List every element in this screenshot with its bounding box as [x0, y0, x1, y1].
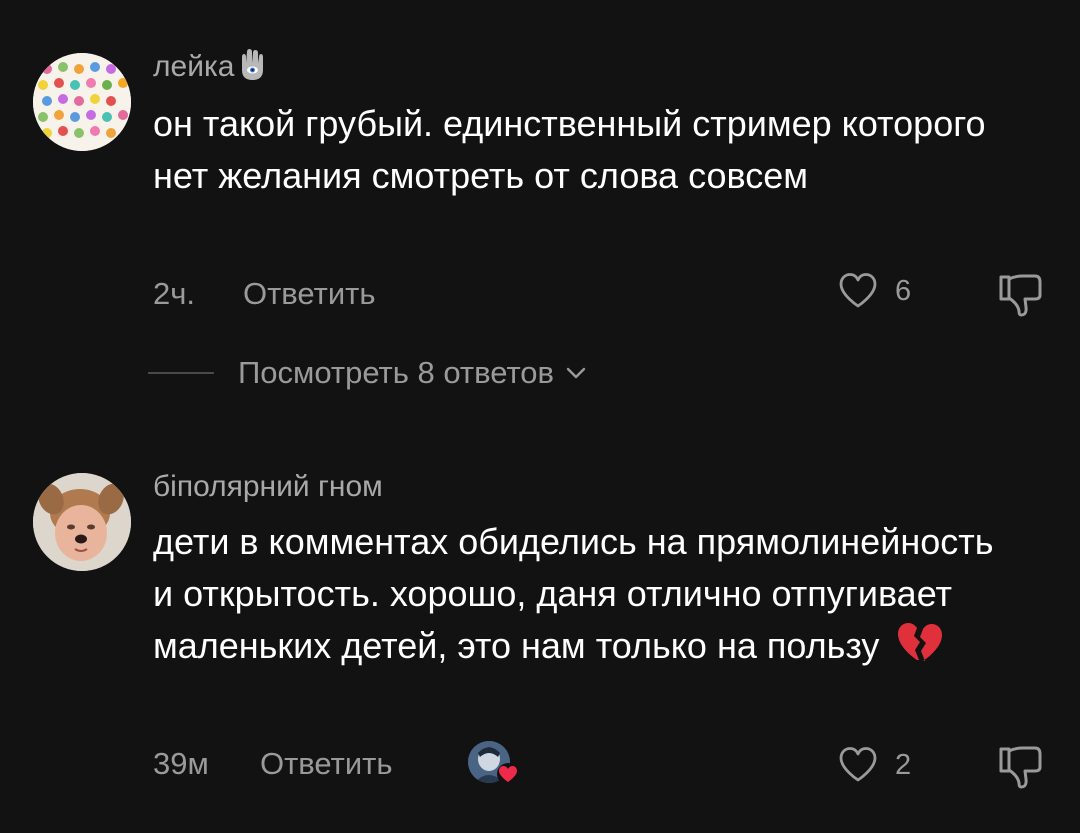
comment-text-1: он такой грубый. единственный стример ко… [153, 103, 986, 196]
avatar-2[interactable] [33, 473, 131, 571]
heart-icon [839, 273, 877, 308]
dislike-button[interactable] [997, 271, 1045, 324]
username-2[interactable]: біполярний гном [153, 469, 383, 505]
thumbs-down-icon [999, 274, 1042, 317]
username-text: лейка [153, 50, 235, 83]
broken-heart-icon [898, 623, 943, 661]
avatar-photo [33, 473, 131, 571]
heart-badge-icon [497, 763, 519, 785]
username-1[interactable]: лейка [153, 48, 266, 85]
like-count: 6 [895, 274, 912, 307]
heart-icon [839, 747, 877, 782]
comment-meta-1: 2ч. Ответить [153, 276, 376, 312]
like-count: 2 [895, 748, 912, 781]
broken-heart-emoji [895, 620, 943, 678]
hamsa-icon [242, 49, 264, 80]
reply-button[interactable]: Ответить [243, 276, 376, 312]
chevron-down-icon [566, 367, 586, 379]
comment-meta-2: 39м Ответить [153, 746, 393, 782]
timestamp: 2ч. [153, 276, 196, 311]
like-button[interactable]: 2 [838, 746, 911, 784]
reply-button[interactable]: Ответить [260, 746, 393, 782]
timestamp: 39м [153, 746, 209, 781]
comment-text-2: дети в комментах обиделись на прямолиней… [153, 516, 1003, 678]
view-replies-label: Посмотреть 8 ответов [238, 355, 555, 390]
replies-divider [148, 372, 214, 374]
like-button[interactable]: 6 [838, 272, 911, 310]
avatar-1[interactable] [33, 53, 131, 151]
comment-text-2-body: дети в комментах обиделись на прямолиней… [153, 521, 994, 666]
thumbs-down-icon [999, 746, 1042, 789]
creator-liked-badge [468, 741, 522, 789]
dislike-button[interactable] [997, 743, 1045, 796]
avatar-pattern [33, 53, 131, 151]
view-replies-button[interactable]: Посмотреть 8 ответов [148, 355, 588, 391]
